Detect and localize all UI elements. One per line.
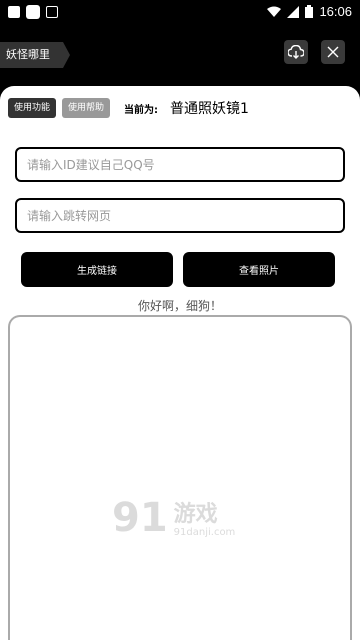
image-notification-icon xyxy=(8,6,20,18)
watermark-logo: 91 xyxy=(112,495,168,541)
watermark-text-group: 游戏 91danji.com xyxy=(173,502,236,539)
main-card: 使用功能 使用帮助 当前为: 普通照妖镜1 请输入ID建议自己QQ号 请输入跳转… xyxy=(0,86,360,640)
generate-link-button[interactable]: 生成链接 xyxy=(21,252,173,287)
notification-icons xyxy=(8,5,58,19)
close-button[interactable] xyxy=(321,40,345,64)
status-time: 16:06 xyxy=(319,4,352,19)
system-icons: 16:06 xyxy=(267,4,352,19)
use-function-button[interactable]: 使用功能 xyxy=(8,98,57,118)
use-help-button[interactable]: 使用帮助 xyxy=(62,98,111,118)
wifi-icon xyxy=(267,6,282,17)
a-notification-icon xyxy=(46,6,58,18)
function-row: 使用功能 使用帮助 当前为: 普通照妖镜1 xyxy=(8,97,249,119)
url-input[interactable]: 请输入跳转网页 xyxy=(15,198,345,233)
id-input-placeholder: 请输入ID建议自己QQ号 xyxy=(27,158,155,172)
current-mode-label: 当前为: xyxy=(124,104,159,116)
url-input-placeholder: 请输入跳转网页 xyxy=(27,209,112,223)
watermark: 91 游戏 91danji.com xyxy=(112,498,235,538)
id-input[interactable]: 请输入ID建议自己QQ号 xyxy=(15,147,345,182)
status-bar: 16:06 xyxy=(0,0,360,24)
greeting-text: 你好啊，细狗！ xyxy=(137,299,222,313)
app-title: 妖怪哪里跑 xyxy=(0,42,70,68)
watermark-text: 游戏 xyxy=(173,502,218,527)
battery-icon xyxy=(305,5,314,18)
result-preview-area xyxy=(8,315,352,640)
signal-icon xyxy=(287,5,300,18)
cloud-download-icon xyxy=(288,45,304,59)
close-icon xyxy=(327,46,339,58)
watermark-site: 91danji.com xyxy=(173,527,236,538)
app-bar: 妖怪哪里跑 xyxy=(0,24,360,86)
app-notification-icon xyxy=(26,5,40,19)
cloud-download-button[interactable] xyxy=(284,40,308,64)
view-photos-button[interactable]: 查看照片 xyxy=(183,252,335,287)
current-mode-value: 普通照妖镜1 xyxy=(170,101,249,117)
